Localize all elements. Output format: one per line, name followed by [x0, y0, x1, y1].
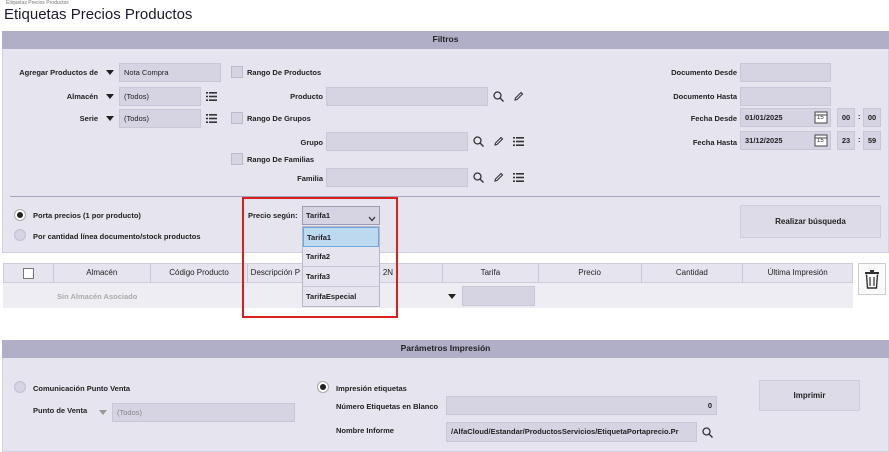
rango-familias-label: Rango De Familias	[247, 155, 315, 164]
page-title: Etiquetas Precios Productos	[4, 6, 193, 23]
familia-label: Familia	[297, 174, 323, 183]
punto-venta-label: Punto de Venta	[33, 406, 88, 415]
imprimir-button[interactable]: Imprimir	[759, 380, 860, 411]
calendar-icon[interactable]: 15	[814, 133, 828, 147]
rango-familias-checkbox[interactable]	[231, 153, 243, 165]
familia-field[interactable]	[326, 168, 468, 187]
time-separator: :	[858, 112, 861, 121]
impresion-etiquetas-radio[interactable]	[317, 381, 329, 393]
edit-icon[interactable]	[511, 89, 525, 103]
search-icon[interactable]	[700, 425, 714, 439]
impresion-etiquetas-label: Impresión etiquetas	[336, 384, 407, 393]
col-codigo-producto[interactable]: Código Producto	[151, 264, 249, 282]
trash-icon	[865, 270, 879, 289]
chevron-down-icon	[99, 409, 107, 415]
porta-precios-label: Porta precios (1 por producto)	[33, 211, 141, 220]
filtros-header: Filtros	[2, 31, 889, 49]
documento-desde-label: Documento Desde	[671, 68, 737, 77]
chevron-down-icon	[106, 115, 114, 121]
rango-grupos-label: Rango De Grupos	[247, 114, 311, 123]
col-precio[interactable]: Precio	[539, 264, 642, 282]
producto-field[interactable]	[326, 87, 488, 106]
col-ultima-impresion[interactable]: Última Impresión	[743, 264, 852, 282]
list-icon[interactable]	[204, 111, 218, 125]
fecha-desde-hour[interactable]: 00	[837, 108, 855, 127]
fecha-hasta-hour[interactable]: 23	[837, 131, 855, 150]
grupo-field[interactable]	[326, 132, 468, 151]
calendar-day: 15	[817, 115, 824, 121]
calendar-icon[interactable]: 15	[814, 110, 828, 124]
comunicacion-radio[interactable]	[14, 381, 26, 393]
chevron-down-icon	[106, 93, 114, 99]
serie-field[interactable]: (Todos)	[119, 109, 201, 128]
porta-precios-radio[interactable]	[14, 209, 26, 221]
row-almacen: Sin Almacén Asociado	[57, 292, 138, 301]
documento-hasta-label: Documento Hasta	[673, 92, 737, 101]
parametros-header: Parámetros Impresión	[2, 340, 889, 358]
almacen-dropdown[interactable]	[101, 87, 119, 105]
col-tarifa[interactable]: Tarifa	[443, 264, 539, 282]
fecha-hasta-label: Fecha Hasta	[692, 138, 737, 147]
table-header: Almacén Código Producto Descripción P rm…	[3, 263, 853, 283]
chevron-down-icon	[448, 293, 456, 299]
time-separator: :	[858, 135, 861, 144]
nombre-informe-field[interactable]: /AlfaCloud/Estandar/ProductosServicios/E…	[446, 422, 697, 442]
documento-desde-field[interactable]	[740, 63, 831, 82]
chevron-down-icon	[106, 69, 114, 75]
numero-etiquetas-field[interactable]: 0	[446, 396, 717, 415]
fecha-desde-minute[interactable]: 00	[863, 108, 881, 127]
documento-hasta-field[interactable]	[740, 87, 831, 106]
agregar-field[interactable]: Nota Compra	[119, 63, 221, 82]
highlight-box	[242, 197, 398, 318]
tarifa-row-field[interactable]	[462, 286, 535, 306]
list-icon[interactable]	[511, 134, 525, 148]
fecha-hasta-minute[interactable]: 59	[863, 131, 881, 150]
por-cantidad-label: Por cantidad línea documento/stock produ…	[33, 232, 201, 241]
tarifa-row-dropdown[interactable]	[443, 287, 461, 305]
realizar-busqueda-button[interactable]: Realizar búsqueda	[740, 205, 881, 238]
rango-productos-label: Rango De Productos	[247, 68, 322, 77]
col-cantidad[interactable]: Cantidad	[642, 264, 744, 282]
edit-icon[interactable]	[491, 170, 505, 184]
col-almacen[interactable]: Almacén	[54, 264, 151, 282]
fecha-desde-label: Fecha Desde	[690, 114, 737, 123]
almacen-label: Almacén	[66, 92, 98, 101]
agregar-dropdown[interactable]	[101, 63, 119, 81]
list-icon[interactable]	[511, 170, 525, 184]
producto-label: Producto	[290, 92, 323, 101]
select-all-checkbox[interactable]	[23, 268, 34, 279]
list-icon[interactable]	[204, 89, 218, 103]
edit-icon[interactable]	[491, 134, 505, 148]
delete-button[interactable]	[858, 263, 886, 295]
divider	[10, 196, 880, 197]
punto-venta-field[interactable]: (Todos)	[112, 403, 295, 422]
agregar-label: Agregar Productos de	[19, 68, 98, 77]
rango-grupos-checkbox[interactable]	[231, 112, 243, 124]
serie-label: Serie	[79, 114, 98, 123]
calendar-day: 15	[817, 138, 824, 144]
rango-productos-checkbox[interactable]	[231, 66, 243, 78]
select-all-cell	[4, 264, 54, 282]
search-icon[interactable]	[471, 134, 485, 148]
por-cantidad-radio[interactable]	[14, 229, 26, 241]
punto-venta-dropdown[interactable]	[94, 403, 112, 421]
numero-etiquetas-label: Número Etiquetas en Blanco	[336, 402, 439, 411]
search-icon[interactable]	[491, 89, 505, 103]
serie-dropdown[interactable]	[101, 109, 119, 127]
comunicacion-label: Comunicación Punto Venta	[33, 384, 131, 393]
grupo-label: Grupo	[300, 138, 324, 147]
nombre-informe-label: Nombre Informe	[336, 426, 394, 435]
search-icon[interactable]	[471, 170, 485, 184]
almacen-field[interactable]: (Todos)	[119, 87, 201, 106]
